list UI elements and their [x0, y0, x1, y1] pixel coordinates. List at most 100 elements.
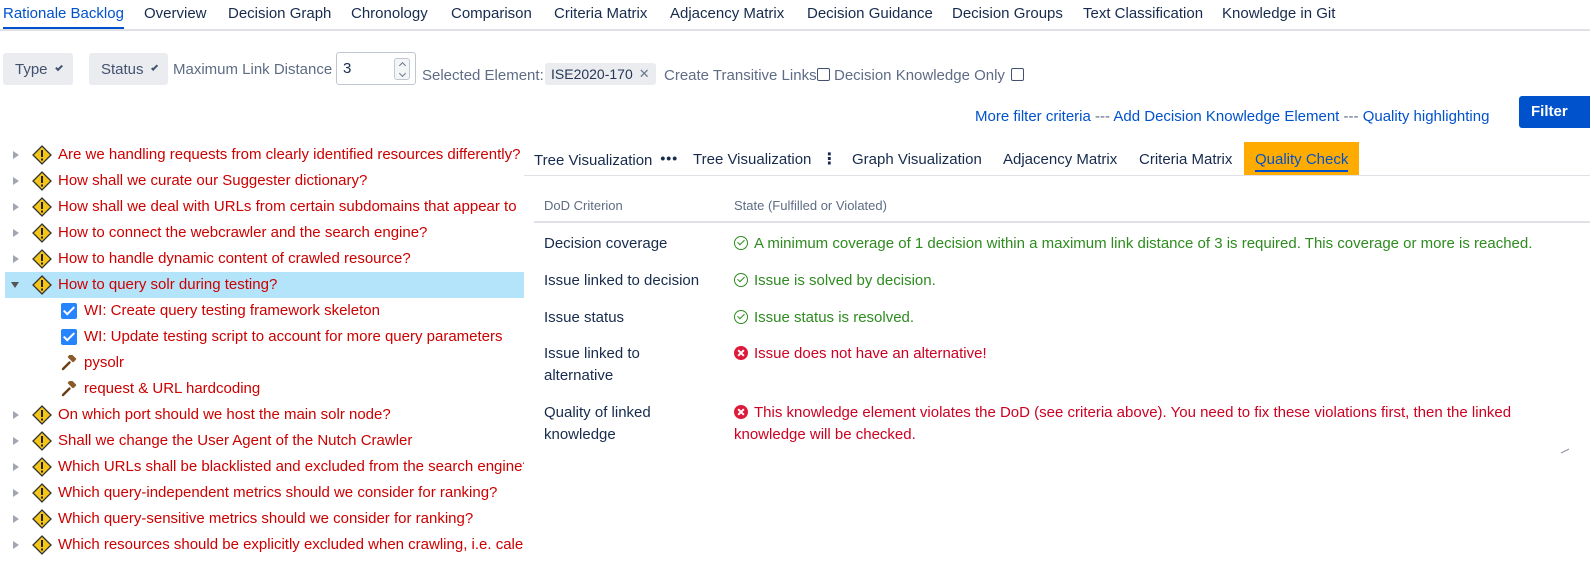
- check-circle-icon: [734, 273, 748, 287]
- tree-node-label: On which port should we host the main so…: [58, 406, 391, 423]
- gavel-icon: [61, 381, 77, 397]
- gavel-icon: [61, 355, 77, 371]
- caret-down-icon[interactable]: [11, 282, 19, 288]
- caret-right-icon[interactable]: [13, 255, 19, 263]
- tab-knowledge-in-git[interactable]: Knowledge in Git: [1222, 5, 1335, 22]
- tab-tree-visualization-1[interactable]: Tree Visualization •••: [534, 142, 678, 175]
- tab-rationale-backlog[interactable]: Rationale Backlog: [3, 5, 124, 29]
- tree-node-label: Are we handling requests from clearly id…: [58, 146, 521, 163]
- tree-node-workitem[interactable]: WI: Create query testing framework skele…: [0, 298, 524, 324]
- caret-right-icon[interactable]: [13, 177, 19, 185]
- tree-node-issue[interactable]: How shall we curate our Suggester dictio…: [0, 168, 524, 194]
- selected-element-value: ISE2020-170: [551, 66, 633, 82]
- quality-highlighting-link[interactable]: Quality highlighting: [1363, 108, 1490, 125]
- max-link-distance-input[interactable]: 3: [336, 52, 416, 85]
- dod-criterion: Issue linked to decision: [544, 272, 700, 289]
- tab-text-classification[interactable]: Text Classification: [1083, 5, 1203, 22]
- resize-handle-icon[interactable]: [1560, 444, 1570, 454]
- issue-warning-icon: [32, 145, 52, 165]
- caret-right-icon[interactable]: [13, 203, 19, 211]
- tree-node-label: How shall we deal with URLs from certain…: [58, 198, 517, 215]
- tab-decision-graph[interactable]: Decision Graph: [228, 5, 331, 22]
- caret-right-icon[interactable]: [13, 411, 19, 419]
- dod-state-text: Issue does not have an alternative!: [754, 345, 987, 362]
- tree-node-issue[interactable]: How to connect the webcrawler and the se…: [0, 220, 524, 246]
- tab-label: Quality Check: [1255, 151, 1349, 172]
- tree-node-issue[interactable]: How shall we deal with URLs from certain…: [0, 194, 524, 220]
- filter-button[interactable]: Filter: [1519, 96, 1590, 128]
- tree-node-issue[interactable]: Which query-independent metrics should w…: [0, 480, 524, 506]
- max-link-distance-label: Maximum Link Distance: [173, 61, 333, 78]
- tree-node-issue[interactable]: On which port should we host the main so…: [0, 402, 524, 428]
- tab-chronology[interactable]: Chronology: [351, 5, 428, 22]
- tree-node-decision[interactable]: request & URL hardcoding: [0, 376, 524, 402]
- tree-node-issue[interactable]: How to handle dynamic content of crawled…: [0, 246, 524, 272]
- add-decision-knowledge-element-link[interactable]: Add Decision Knowledge Element: [1113, 108, 1339, 125]
- caret-right-icon[interactable]: [13, 463, 19, 471]
- create-transitive-links-checkbox[interactable]: [817, 68, 830, 81]
- tree-node-workitem[interactable]: WI: Update testing script to account for…: [0, 324, 524, 350]
- tab-label: Tree Visualization: [693, 151, 812, 168]
- tab-graph-visualization[interactable]: Graph Visualization: [852, 142, 982, 175]
- tree-node-label: WI: Update testing script to account for…: [84, 328, 503, 345]
- close-icon[interactable]: ✕: [639, 63, 650, 85]
- tree-node-issue[interactable]: Are we handling requests from clearly id…: [0, 142, 524, 168]
- tab-decision-groups[interactable]: Decision Groups: [952, 5, 1063, 22]
- dod-state-text: This knowledge element violates the DoD …: [734, 404, 1512, 443]
- dod-criterion: Quality of linked knowledge: [544, 404, 651, 443]
- dod-state-text: Issue is solved by decision.: [754, 272, 936, 289]
- tab-overview[interactable]: Overview: [144, 5, 207, 22]
- check-circle-icon: [734, 236, 748, 250]
- tab-criteria-matrix[interactable]: Criteria Matrix: [554, 5, 647, 22]
- tab-tree-visualization-2[interactable]: Tree Visualization ⋮: [693, 142, 837, 175]
- more-filter-criteria-link[interactable]: More filter criteria: [975, 108, 1091, 125]
- dod-criterion: Issue linked to alternative: [544, 345, 640, 384]
- tree-node-issue[interactable]: Which URLs shall be blacklisted and excl…: [0, 454, 524, 480]
- tab-decision-guidance[interactable]: Decision Guidance: [807, 5, 933, 22]
- status-dropdown[interactable]: Status: [89, 53, 168, 85]
- max-link-distance-value: 3: [343, 60, 352, 77]
- knowledge-tree: Are we handling requests from clearly id…: [0, 142, 524, 561]
- number-stepper[interactable]: [394, 58, 410, 80]
- tree-node-issue[interactable]: Shall we change the User Agent of the Nu…: [0, 428, 524, 454]
- dod-state-text: Issue status is resolved.: [754, 309, 915, 326]
- more-horizontal-icon[interactable]: •••: [660, 140, 678, 176]
- tree-node-issue[interactable]: Which resources should be explicitly exc…: [0, 532, 524, 558]
- dod-state: Issue does not have an alternative!: [734, 343, 1554, 365]
- chevron-down-icon: [150, 63, 158, 71]
- tab-adjacency-matrix[interactable]: Adjacency Matrix: [670, 5, 784, 22]
- caret-right-icon[interactable]: [13, 437, 19, 445]
- caret-right-icon[interactable]: [13, 489, 19, 497]
- issue-warning-icon: [32, 197, 52, 217]
- caret-right-icon[interactable]: [13, 515, 19, 523]
- tree-node-label: Which query-independent metrics should w…: [58, 484, 498, 501]
- caret-right-icon[interactable]: [13, 541, 19, 549]
- tree-node-label: Which query-sensitive metrics should we …: [58, 510, 474, 527]
- decision-knowledge-only-checkbox[interactable]: [1011, 68, 1024, 81]
- create-transitive-links-label: Create Transitive Links: [664, 67, 817, 84]
- dod-state: This knowledge element violates the DoD …: [734, 402, 1534, 446]
- caret-right-icon[interactable]: [13, 151, 19, 159]
- more-vertical-icon[interactable]: ⋮: [821, 142, 837, 178]
- status-dropdown-label: Status: [101, 60, 144, 78]
- tree-node-label: pysolr: [84, 354, 125, 371]
- issue-warning-icon: [32, 431, 52, 451]
- dod-criterion-header: DoD Criterion: [544, 198, 623, 213]
- tree-node-issue[interactable]: How to query solr during testing?: [5, 272, 524, 298]
- type-dropdown[interactable]: Type: [3, 53, 73, 85]
- issue-warning-icon: [32, 509, 52, 529]
- tab-quality-check[interactable]: Quality Check: [1244, 142, 1360, 175]
- tree-node-decision[interactable]: pysolr: [0, 350, 524, 376]
- visualization-tabs: Tree Visualization ••• Tree Visualization…: [524, 142, 1590, 176]
- issue-warning-icon: [32, 457, 52, 477]
- tab-criteria-matrix-view[interactable]: Criteria Matrix: [1139, 142, 1232, 175]
- dod-state-header: State (Fulfilled or Violated): [734, 198, 887, 213]
- filter-links: More filter criteria --- Add Decision Kn…: [975, 108, 1489, 125]
- tab-comparison[interactable]: Comparison: [451, 5, 532, 22]
- tab-adjacency-matrix-view[interactable]: Adjacency Matrix: [1003, 142, 1117, 175]
- tree-node-issue[interactable]: Which query-sensitive metrics should we …: [0, 506, 524, 532]
- issue-warning-icon: [32, 405, 52, 425]
- check-circle-icon: [734, 310, 748, 324]
- checkbox-checked-icon: [61, 329, 77, 345]
- caret-right-icon[interactable]: [13, 229, 19, 237]
